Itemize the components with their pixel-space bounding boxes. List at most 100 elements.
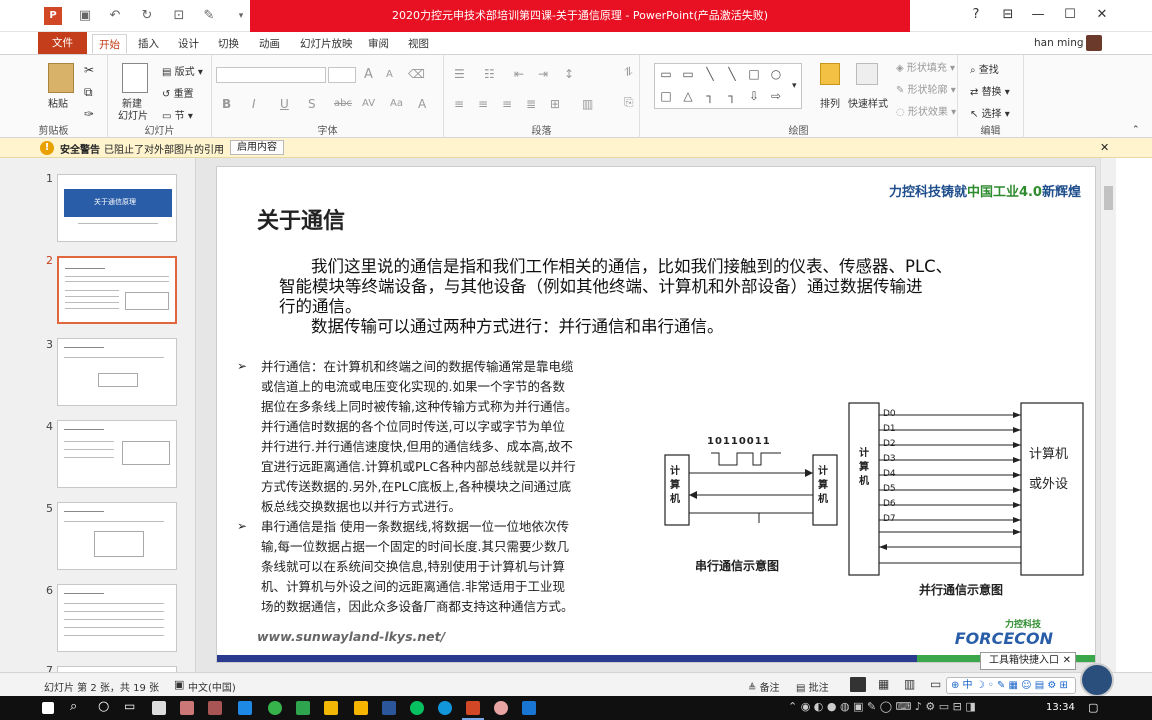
- slide-thumbnail-6[interactable]: [57, 584, 177, 652]
- notes-button[interactable]: ≜ 备注: [748, 679, 780, 694]
- copy-icon[interactable]: ⧉: [84, 85, 93, 100]
- reset-button[interactable]: ↺ 重置: [162, 85, 194, 100]
- pointer-icon[interactable]: ✎: [200, 7, 218, 25]
- vertical-scrollbar[interactable]: [1100, 158, 1116, 672]
- word-icon[interactable]: [382, 701, 396, 715]
- normal-view-icon[interactable]: [850, 677, 866, 692]
- tab-home[interactable]: 开始: [92, 34, 127, 54]
- replace-button[interactable]: ⇄ 替换 ▾: [970, 83, 1010, 98]
- arrange-button[interactable]: 排列: [820, 95, 840, 110]
- app-icon[interactable]: [438, 701, 452, 715]
- shape-fill-button[interactable]: ◈ 形状填充 ▾: [896, 59, 955, 74]
- cortana-icon[interactable]: ○: [98, 699, 109, 714]
- para1-line3[interactable]: 行的通信。: [279, 297, 362, 317]
- notification-icon[interactable]: ▢: [1088, 701, 1098, 714]
- numbering-icon[interactable]: ☷: [484, 67, 495, 81]
- clear-format-icon[interactable]: ⌫: [408, 67, 425, 81]
- redo-icon[interactable]: ↻: [138, 7, 156, 25]
- windows-start-icon[interactable]: [42, 702, 54, 714]
- help-button[interactable]: ?: [962, 4, 990, 26]
- shape-outline-button[interactable]: ✎ 形状轮廓 ▾: [896, 81, 956, 96]
- current-slide[interactable]: 力控科技铸就中国工业4.0新辉煌 关于通信 我们这里说的通信是指和我们工作相关的…: [216, 166, 1096, 663]
- para1-line2[interactable]: 智能模块等终端设备，与其他设备（例如其他终端、计算机和外部设备）通过数据传输进: [279, 277, 923, 297]
- customize-qat-icon[interactable]: ▾: [232, 7, 250, 25]
- section-button[interactable]: ▭ 节 ▾: [162, 107, 193, 122]
- wechat-icon[interactable]: [410, 701, 424, 715]
- tab-animations[interactable]: 动画: [253, 34, 286, 54]
- maximize-button[interactable]: ☐: [1056, 4, 1084, 26]
- quick-styles-button[interactable]: 快速样式: [848, 95, 888, 110]
- bullet-parallel[interactable]: 并行通信：在计算机和终端之间的数据传输通常是靠电缆 或信道上的电流或电压变化实现…: [261, 357, 577, 517]
- align-right-icon[interactable]: ≡: [502, 97, 512, 111]
- ime-toolbar[interactable]: ⊕ 中 ☽ ◦ ✎ ▦ ☺ ▤ ⚙ ⊞: [946, 677, 1076, 694]
- font-color-icon[interactable]: A: [418, 97, 426, 111]
- slide-title[interactable]: 关于通信: [257, 203, 345, 235]
- align-left-icon[interactable]: ≡: [454, 97, 464, 111]
- tab-design[interactable]: 设计: [172, 34, 205, 54]
- collapse-ribbon-icon[interactable]: ⌃: [1132, 125, 1140, 135]
- clock[interactable]: 13:34: [1046, 702, 1075, 713]
- arrange-icon[interactable]: [820, 63, 840, 85]
- tab-view[interactable]: 视图: [402, 34, 435, 54]
- paste-button[interactable]: 粘贴: [48, 95, 68, 110]
- distribute-icon[interactable]: ⊞: [550, 97, 560, 111]
- slide-sorter-icon[interactable]: ▦: [878, 677, 889, 691]
- text-direction-icon[interactable]: ⥮: [624, 65, 633, 80]
- select-button[interactable]: ↖ 选择 ▾: [970, 105, 1010, 120]
- align-center-icon[interactable]: ≡: [478, 97, 488, 111]
- task-view-icon[interactable]: ▭: [124, 699, 135, 713]
- scrollbar-thumb[interactable]: [1104, 186, 1113, 210]
- tray-icons[interactable]: ⌃ ◉ ◐ ● ◍ ▣ ✎ ◯ ⌨ ♪ ⚙ ▭ ⊟ ◨: [788, 700, 976, 713]
- font-size-down-icon[interactable]: A: [386, 69, 393, 80]
- slide-thumbnail-5[interactable]: [57, 502, 177, 570]
- slide-thumbnail-4[interactable]: [57, 420, 177, 488]
- cut-icon[interactable]: ✂: [84, 63, 94, 77]
- smartart-icon[interactable]: ⎘: [624, 95, 634, 110]
- explorer-icon[interactable]: [324, 701, 338, 715]
- app-icon[interactable]: [296, 701, 310, 715]
- ribbon-display-icon[interactable]: ⊟: [994, 4, 1022, 26]
- toolbox-tooltip[interactable]: 工具箱快捷入口 ✕: [980, 652, 1076, 670]
- slide-thumbnail-1[interactable]: 关于通信原理: [57, 174, 177, 242]
- char-spacing-button[interactable]: AV: [362, 98, 375, 109]
- new-slide-icon[interactable]: [122, 63, 148, 93]
- tooltip-close-icon[interactable]: ✕: [1063, 653, 1071, 669]
- para2[interactable]: 数据传输可以通过两种方式进行：并行通信和串行通信。: [311, 317, 724, 337]
- user-name[interactable]: han ming: [1028, 33, 1090, 53]
- bullet-serial[interactable]: 串行通信是指 使用一条数据线,将数据一位一位地依次传 输,每一位数据占据一个固定…: [261, 517, 574, 617]
- bold-button[interactable]: B: [222, 97, 231, 111]
- tab-slideshow[interactable]: 幻灯片放映: [294, 34, 359, 54]
- calculator-icon[interactable]: [152, 701, 166, 715]
- close-button[interactable]: ✕: [1088, 4, 1116, 26]
- tab-file[interactable]: 文件: [38, 32, 87, 54]
- enable-content-button[interactable]: 启用内容: [230, 140, 284, 155]
- tab-review[interactable]: 审阅: [362, 34, 395, 54]
- spellcheck-icon[interactable]: ▣: [174, 678, 184, 691]
- close-warning-icon[interactable]: ✕: [1100, 141, 1109, 154]
- shape-effects-button[interactable]: ◌ 形状效果 ▾: [896, 103, 956, 118]
- find-button[interactable]: ⌕ 查找: [970, 61, 999, 76]
- language-indicator[interactable]: 中文(中国): [188, 679, 236, 694]
- layout-button[interactable]: ▤ 版式 ▾: [162, 63, 203, 78]
- app-icon[interactable]: [522, 701, 536, 715]
- app-icon[interactable]: [494, 701, 508, 715]
- italic-button[interactable]: I: [252, 97, 256, 111]
- edge-icon[interactable]: [238, 701, 252, 715]
- justify-icon[interactable]: ≣: [526, 97, 536, 111]
- font-name-input[interactable]: [216, 67, 326, 83]
- search-icon[interactable]: ⌕: [70, 699, 77, 714]
- line-spacing-icon[interactable]: ↕: [564, 67, 574, 81]
- strikethrough-button[interactable]: abc: [334, 98, 352, 109]
- reading-view-icon[interactable]: ▥: [904, 677, 915, 691]
- paste-icon[interactable]: [48, 63, 74, 93]
- tab-transitions[interactable]: 切换: [212, 34, 245, 54]
- user-avatar[interactable]: [1086, 35, 1102, 51]
- undo-icon[interactable]: ↶: [106, 7, 124, 25]
- underline-button[interactable]: U: [280, 97, 289, 111]
- app-icon[interactable]: [354, 701, 368, 715]
- assistant-avatar-icon[interactable]: [1080, 663, 1114, 697]
- bullets-icon[interactable]: ☰: [454, 67, 465, 81]
- tab-insert[interactable]: 插入: [132, 34, 165, 54]
- shapes-more-icon[interactable]: ▾: [792, 81, 797, 91]
- shadow-button[interactable]: S: [308, 97, 316, 111]
